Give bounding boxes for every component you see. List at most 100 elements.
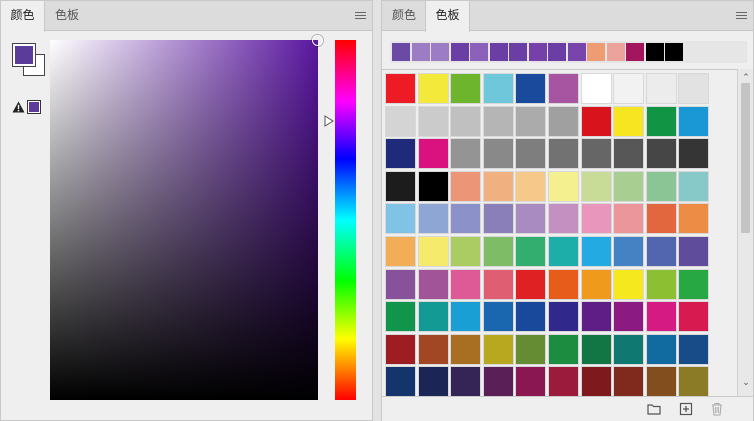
recent-swatch[interactable]: [528, 43, 547, 61]
scroll-up-icon[interactable]: ⌃: [741, 73, 751, 83]
color-swatch[interactable]: [450, 268, 482, 300]
new-swatch-icon[interactable]: [679, 402, 693, 416]
panel-menu-icon[interactable]: [355, 12, 366, 21]
color-swatch[interactable]: [613, 138, 645, 170]
trash-icon[interactable]: [710, 402, 724, 416]
color-swatch[interactable]: [450, 73, 482, 104]
color-swatch[interactable]: [613, 170, 645, 202]
color-swatch[interactable]: [417, 105, 449, 137]
color-swatch[interactable]: [678, 73, 710, 104]
tab-swatches[interactable]: 色板: [425, 1, 470, 32]
color-swatch[interactable]: [580, 73, 612, 104]
color-swatch[interactable]: [613, 105, 645, 137]
recent-swatch[interactable]: [411, 43, 430, 61]
color-swatch[interactable]: [678, 105, 710, 137]
recent-swatch[interactable]: [489, 43, 508, 61]
color-swatch[interactable]: [482, 301, 514, 333]
color-swatch[interactable]: [417, 170, 449, 202]
color-swatch[interactable]: [678, 203, 710, 235]
recent-swatch[interactable]: [431, 43, 449, 61]
color-swatch[interactable]: [385, 138, 416, 170]
color-swatch[interactable]: [515, 268, 547, 300]
color-swatch[interactable]: [417, 236, 449, 267]
color-swatch[interactable]: [548, 366, 579, 396]
color-swatch[interactable]: [385, 105, 416, 137]
tab-color[interactable]: 颜色: [382, 1, 426, 31]
color-swatch[interactable]: [515, 366, 547, 396]
color-swatch[interactable]: [580, 170, 612, 202]
color-picker-ring[interactable]: [311, 34, 324, 47]
color-swatch[interactable]: [385, 203, 416, 235]
recent-swatch[interactable]: [645, 43, 664, 61]
recent-swatch[interactable]: [509, 43, 527, 61]
color-swatch[interactable]: [678, 301, 710, 333]
color-swatch[interactable]: [645, 333, 677, 365]
color-swatch[interactable]: [482, 73, 514, 104]
color-swatch[interactable]: [580, 138, 612, 170]
color-swatch[interactable]: [645, 138, 677, 170]
color-swatch[interactable]: [548, 73, 579, 104]
color-swatch[interactable]: [613, 73, 645, 104]
color-swatch[interactable]: [548, 333, 579, 365]
color-swatch[interactable]: [548, 105, 579, 137]
color-swatch[interactable]: [450, 138, 482, 170]
color-swatch[interactable]: [613, 333, 645, 365]
color-swatch[interactable]: [613, 366, 645, 396]
recent-swatch[interactable]: [567, 43, 586, 61]
color-swatch[interactable]: [450, 105, 482, 137]
color-swatch[interactable]: [548, 138, 579, 170]
color-swatch[interactable]: [515, 170, 547, 202]
color-swatch[interactable]: [515, 301, 547, 333]
color-swatch[interactable]: [515, 333, 547, 365]
color-swatch[interactable]: [645, 105, 677, 137]
panel-menu-icon[interactable]: [736, 12, 747, 21]
color-swatch[interactable]: [580, 268, 612, 300]
color-swatch[interactable]: [385, 333, 416, 365]
color-swatch[interactable]: [613, 236, 645, 267]
color-swatch[interactable]: [515, 73, 547, 104]
gamut-correction-swatch[interactable]: [27, 100, 41, 114]
color-swatch[interactable]: [580, 301, 612, 333]
color-swatch[interactable]: [580, 203, 612, 235]
color-swatch[interactable]: [645, 268, 677, 300]
color-swatch[interactable]: [385, 73, 416, 104]
color-swatch[interactable]: [548, 236, 579, 267]
color-swatch[interactable]: [450, 333, 482, 365]
color-swatch[interactable]: [417, 138, 449, 170]
color-swatch[interactable]: [450, 366, 482, 396]
color-swatch[interactable]: [417, 301, 449, 333]
recent-swatch[interactable]: [450, 43, 469, 61]
color-swatch[interactable]: [548, 170, 579, 202]
color-swatch[interactable]: [515, 203, 547, 235]
color-swatch[interactable]: [482, 268, 514, 300]
color-swatch[interactable]: [482, 105, 514, 137]
scroll-down-icon[interactable]: ⌄: [741, 378, 751, 388]
saturation-brightness-field[interactable]: [50, 34, 324, 400]
color-swatch[interactable]: [613, 203, 645, 235]
color-swatch[interactable]: [385, 301, 416, 333]
foreground-color-swatch[interactable]: [12, 43, 36, 67]
color-swatch[interactable]: [645, 203, 677, 235]
recent-swatch[interactable]: [470, 43, 488, 61]
color-swatch[interactable]: [417, 268, 449, 300]
color-swatch[interactable]: [678, 138, 710, 170]
color-swatch[interactable]: [450, 203, 482, 235]
color-swatch[interactable]: [678, 333, 710, 365]
color-swatch[interactable]: [645, 170, 677, 202]
tab-swatches[interactable]: 色板: [45, 1, 89, 31]
color-swatch[interactable]: [450, 301, 482, 333]
color-swatch[interactable]: [645, 236, 677, 267]
color-swatch[interactable]: [580, 333, 612, 365]
color-swatch[interactable]: [417, 73, 449, 104]
color-swatch[interactable]: [450, 170, 482, 202]
color-swatch[interactable]: [515, 236, 547, 267]
color-swatch[interactable]: [678, 366, 710, 396]
color-swatch[interactable]: [385, 366, 416, 396]
color-swatch[interactable]: [645, 366, 677, 396]
color-swatch[interactable]: [678, 236, 710, 267]
color-swatch[interactable]: [385, 236, 416, 267]
color-swatch[interactable]: [482, 203, 514, 235]
recent-swatch[interactable]: [626, 43, 644, 61]
color-swatch[interactable]: [482, 138, 514, 170]
color-swatch[interactable]: [548, 203, 579, 235]
